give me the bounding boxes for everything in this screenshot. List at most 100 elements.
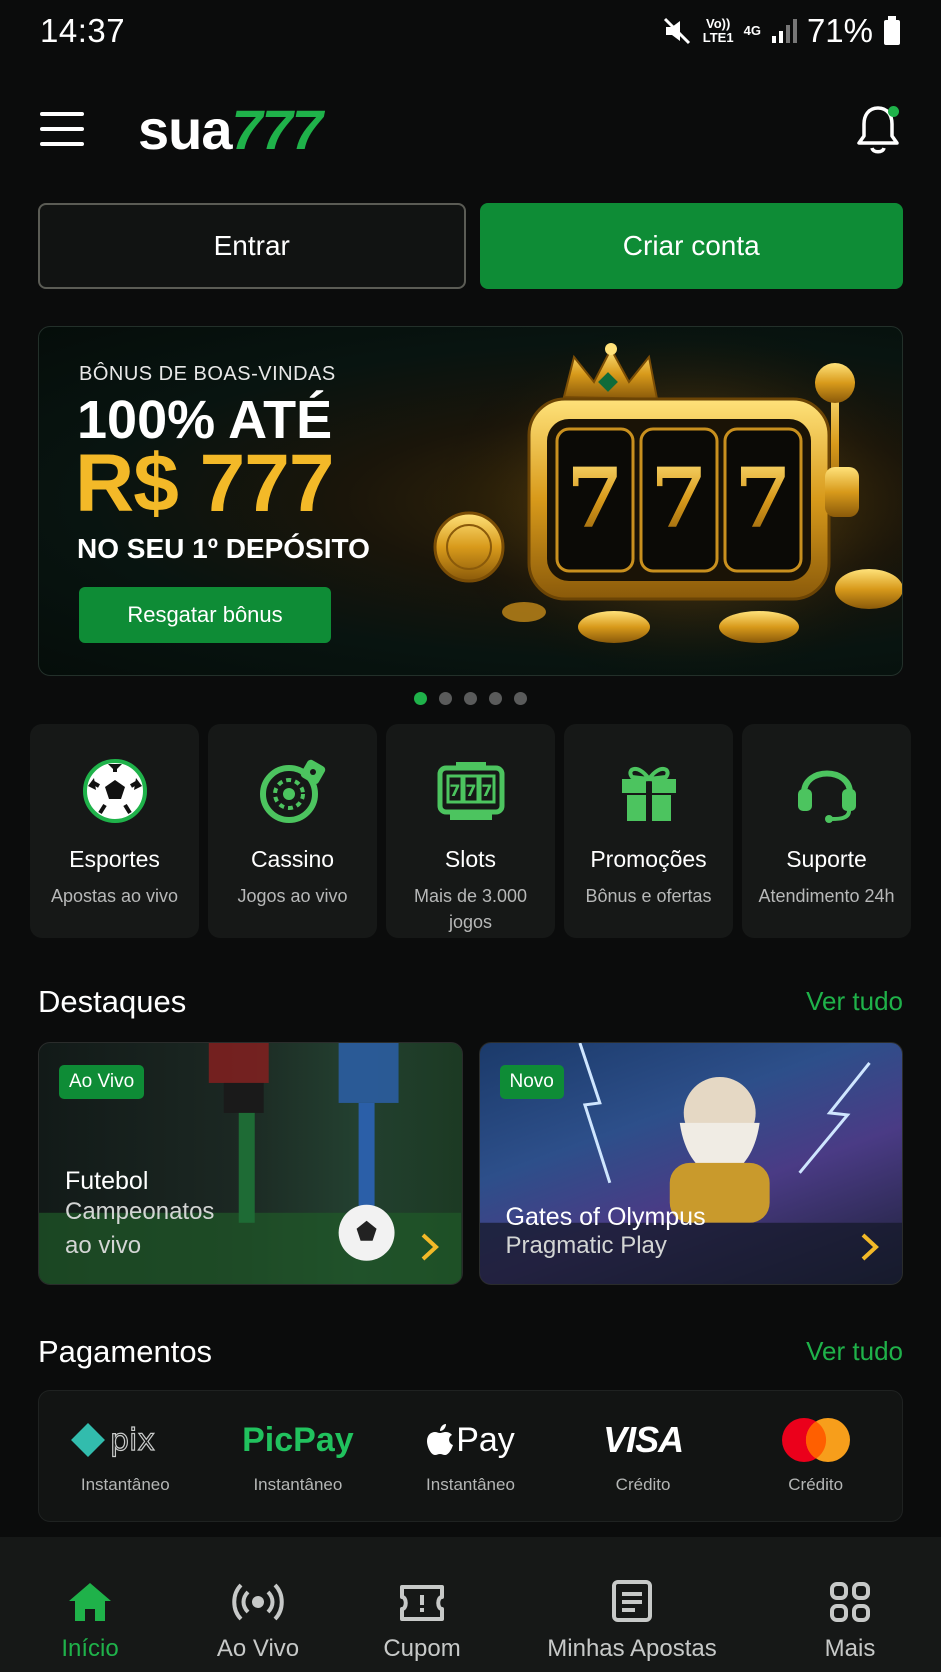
bottom-navigation: Início Ao Vivo Cupom Minhas Apostas Mais: [0, 1537, 941, 1672]
nav-my-bets[interactable]: Minhas Apostas: [540, 1537, 724, 1663]
apple-icon: [427, 1424, 454, 1455]
payment-label: Instantâneo: [426, 1475, 515, 1494]
highlight-card-football[interactable]: Ao Vivo Futebol Campeonatos ao vivo: [38, 1042, 463, 1285]
battery-icon: [883, 16, 901, 46]
nav-more[interactable]: Mais: [800, 1537, 900, 1663]
category-subtitle: Mais de 3.000 jogos: [413, 886, 528, 932]
banner-amount: R$ 777: [75, 438, 334, 529]
carousel-dot[interactable]: [464, 692, 477, 705]
signup-button[interactable]: Criar conta: [479, 203, 903, 289]
svg-text:7: 7: [650, 451, 707, 547]
headset-icon: [797, 770, 856, 823]
highlight-title: Futebol: [65, 1167, 149, 1195]
category-subtitle: Bônus e ofertas: [585, 886, 712, 906]
category-title: Slots: [444, 846, 497, 872]
signal-icon: [771, 18, 797, 44]
nav-label: Mais: [824, 1635, 876, 1662]
login-button[interactable]: Entrar: [38, 203, 466, 289]
carousel-dot[interactable]: [414, 692, 427, 705]
payment-apple-pay[interactable]: Pay Instantâneo: [384, 1391, 557, 1521]
apple-pay-text: Pay: [456, 1420, 515, 1459]
status-bar: 14:37 Vo)) LTE1 4G 71%: [0, 0, 941, 62]
category-slots[interactable]: 7 7 7 Slots Mais de 3.000 jogos: [386, 724, 555, 938]
category-title: Esportes: [69, 846, 160, 872]
roulette-icon: [259, 759, 325, 823]
soccer-ball-icon: [82, 759, 147, 823]
payments-title: Pagamentos: [38, 1334, 213, 1369]
carousel-dot[interactable]: [489, 692, 502, 705]
highlight-title: Gates of Olympus: [505, 1203, 706, 1231]
hamburger-menu-icon[interactable]: [40, 112, 84, 146]
app-header: sua777: [0, 98, 941, 162]
nav-coupon[interactable]: Cupom: [372, 1537, 472, 1663]
payments-see-all-link[interactable]: Ver tudo: [806, 1336, 903, 1367]
category-sports[interactable]: Esportes Apostas ao vivo: [30, 724, 199, 938]
category-subtitle: Jogos ao vivo: [237, 886, 348, 906]
nav-live[interactable]: Ao Vivo: [200, 1537, 316, 1663]
category-promotions[interactable]: Promoções Bônus e ofertas: [564, 724, 733, 938]
battery-percent: 71%: [806, 12, 873, 49]
payment-mastercard[interactable]: Crédito: [729, 1391, 902, 1521]
highlight-subtitle: Campeonatos ao vivo: [65, 1198, 215, 1259]
highlights-row: Ao Vivo Futebol Campeonatos ao vivo Novo…: [38, 1042, 903, 1285]
carousel-indicator: [0, 692, 941, 705]
visa-logo: VISA: [603, 1419, 684, 1460]
carousel-dot[interactable]: [439, 692, 452, 705]
notification-dot: [888, 106, 899, 117]
svg-text:7: 7: [566, 451, 623, 547]
chevron-right-icon[interactable]: [418, 1232, 442, 1262]
svg-text:7: 7: [734, 451, 791, 547]
payment-visa[interactable]: VISA Crédito: [557, 1391, 730, 1521]
claim-bonus-button[interactable]: Resgatar bônus: [79, 587, 331, 643]
nav-label: Cupom: [383, 1635, 461, 1662]
banner-kicker: BÔNUS DE BOAS-VINDAS: [79, 363, 336, 385]
notifications-button[interactable]: [855, 102, 901, 156]
highlights-see-all-link[interactable]: Ver tudo: [806, 986, 903, 1017]
highlights-title: Destaques: [38, 984, 187, 1019]
pix-logo-icon: pix: [71, 1422, 156, 1459]
category-title: Cassino: [250, 846, 335, 872]
payment-label: Crédito: [615, 1475, 671, 1494]
status-icons: Vo)) LTE1 4G 71%: [663, 12, 901, 50]
slot-machine-illustration: 7 7 7: [429, 327, 902, 675]
auth-buttons: Entrar Criar conta: [38, 203, 903, 289]
live-badge: Ao Vivo: [59, 1065, 145, 1099]
payment-picpay[interactable]: PicPay Instantâneo: [212, 1391, 385, 1521]
receipt-icon: [612, 1580, 652, 1622]
payment-label: Instantâneo: [80, 1475, 170, 1494]
nav-label: Minhas Apostas: [547, 1635, 717, 1662]
brand-logo[interactable]: sua777: [138, 98, 323, 162]
svg-text:7: 7: [481, 781, 492, 800]
home-icon: [69, 1583, 111, 1621]
banner-subline: NO SEU 1º DEPÓSITO: [77, 533, 370, 564]
ticket-icon: [400, 1585, 444, 1621]
category-title: Suporte: [786, 846, 867, 872]
payment-label: Instantâneo: [253, 1475, 343, 1494]
nav-label: Ao Vivo: [216, 1635, 300, 1662]
nav-home[interactable]: Início: [40, 1537, 140, 1663]
carousel-dot[interactable]: [514, 692, 527, 705]
category-subtitle: Atendimento 24h: [758, 886, 895, 906]
gift-icon: [621, 767, 676, 821]
picpay-logo: PicPay: [242, 1420, 354, 1459]
svg-text:7: 7: [465, 781, 476, 800]
status-time: 14:37: [40, 12, 126, 49]
network-type: 4G: [743, 23, 761, 38]
highlight-subtitle: Pragmatic Play: [505, 1232, 667, 1259]
payment-methods: pix Instantâneo PicPay Instantâneo Pay I…: [38, 1390, 903, 1522]
category-grid: Esportes Apostas ao vivo Cassino Jogos a…: [30, 724, 911, 938]
category-support[interactable]: Suporte Atendimento 24h: [742, 724, 911, 938]
category-title: Promoções: [590, 846, 707, 872]
svg-text:7: 7: [449, 781, 460, 800]
promo-banner[interactable]: BÔNUS DE BOAS-VINDAS 100% ATÉ R$ 777 NO …: [38, 326, 903, 676]
chevron-right-icon[interactable]: [858, 1232, 882, 1262]
payment-pix[interactable]: pix Instantâneo: [39, 1391, 212, 1521]
category-subtitle: Apostas ao vivo: [50, 886, 179, 906]
mastercard-logo-icon: [781, 1418, 850, 1462]
highlight-card-gates-of-olympus[interactable]: Novo Gates of Olympus Pragmatic Play: [478, 1042, 903, 1285]
category-casino[interactable]: Cassino Jogos ao vivo: [208, 724, 377, 938]
payment-label: Crédito: [788, 1475, 844, 1494]
volte-indicator: Vo)) LTE1: [702, 16, 734, 45]
broadcast-icon: [232, 1583, 284, 1621]
mute-icon: [663, 17, 693, 45]
